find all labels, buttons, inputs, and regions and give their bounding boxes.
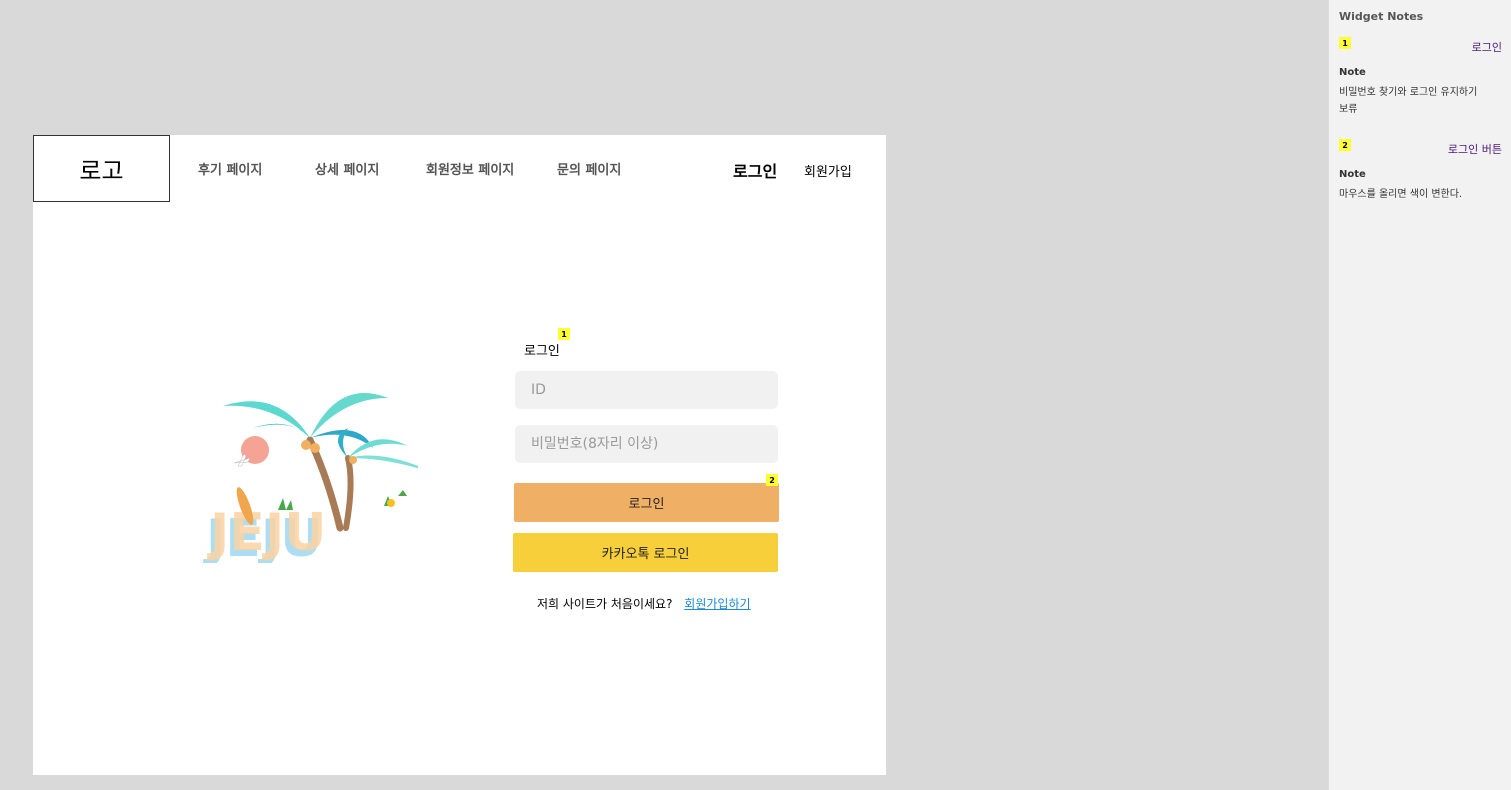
widget-notes-panel: Widget Notes 1 로그인 Note 비밀번호 찾기와 로그인 유지하… <box>1328 0 1511 790</box>
kakao-login-label: 카카오톡 로그인 <box>601 547 690 562</box>
note-label: Note <box>1339 67 1366 78</box>
widget-notes-title: Widget Notes <box>1339 10 1424 23</box>
header-login-link[interactable]: 로그인 <box>733 158 777 182</box>
logo[interactable]: 로고 <box>33 135 170 202</box>
note-number: 1 <box>1339 37 1351 49</box>
login-button-label: 로그인 <box>628 497 665 512</box>
note-label: Note <box>1339 169 1366 180</box>
login-button[interactable]: 로그인 <box>514 483 779 522</box>
note-item: 2 로그인 버튼 Note 마우스를 올리면 색이 변한다. <box>1339 139 1502 203</box>
nav-detail-page[interactable]: 상세 페이지 <box>315 159 379 178</box>
nav-review-page[interactable]: 후기 페이지 <box>198 159 262 178</box>
password-input[interactable] <box>515 425 778 463</box>
note-text: 비밀번호 찾기와 로그인 유지하기 보류 <box>1339 87 1478 115</box>
note-widget-name[interactable]: 로그인 <box>1472 39 1502 55</box>
page-canvas: 로고 후기 페이지 상세 페이지 회원정보 페이지 문의 페이지 로그인 회원가… <box>33 135 886 775</box>
nav-member-info-page[interactable]: 회원정보 페이지 <box>426 159 514 178</box>
note-item: 1 로그인 Note 비밀번호 찾기와 로그인 유지하기 보류 <box>1339 37 1502 118</box>
note-number: 2 <box>1339 139 1351 151</box>
note-text: 마우스를 올리면 색이 변한다. <box>1339 189 1463 200</box>
signup-link[interactable]: 회원가입하기 <box>684 597 750 611</box>
signup-prompt-row: 저희 사이트가 처음이세요? 회원가입하기 <box>537 595 751 612</box>
jeju-illustration: JEJU JEJU <box>198 378 444 569</box>
header-signup-link[interactable]: 회원가입 <box>804 161 852 180</box>
signup-prompt-text: 저희 사이트가 처음이세요? <box>537 597 673 611</box>
note-marker-1: 1 <box>558 328 570 340</box>
login-form-title: 로그인 <box>524 344 560 359</box>
svg-text:JEJU: JEJU <box>207 503 326 563</box>
nav-inquiry-page[interactable]: 문의 페이지 <box>557 159 621 178</box>
note-widget-name[interactable]: 로그인 버튼 <box>1448 141 1502 157</box>
note-marker-2: 2 <box>766 474 778 486</box>
logo-text: 로고 <box>79 157 124 185</box>
kakao-login-button[interactable]: 카카오톡 로그인 <box>513 533 778 572</box>
id-input[interactable] <box>515 371 778 409</box>
